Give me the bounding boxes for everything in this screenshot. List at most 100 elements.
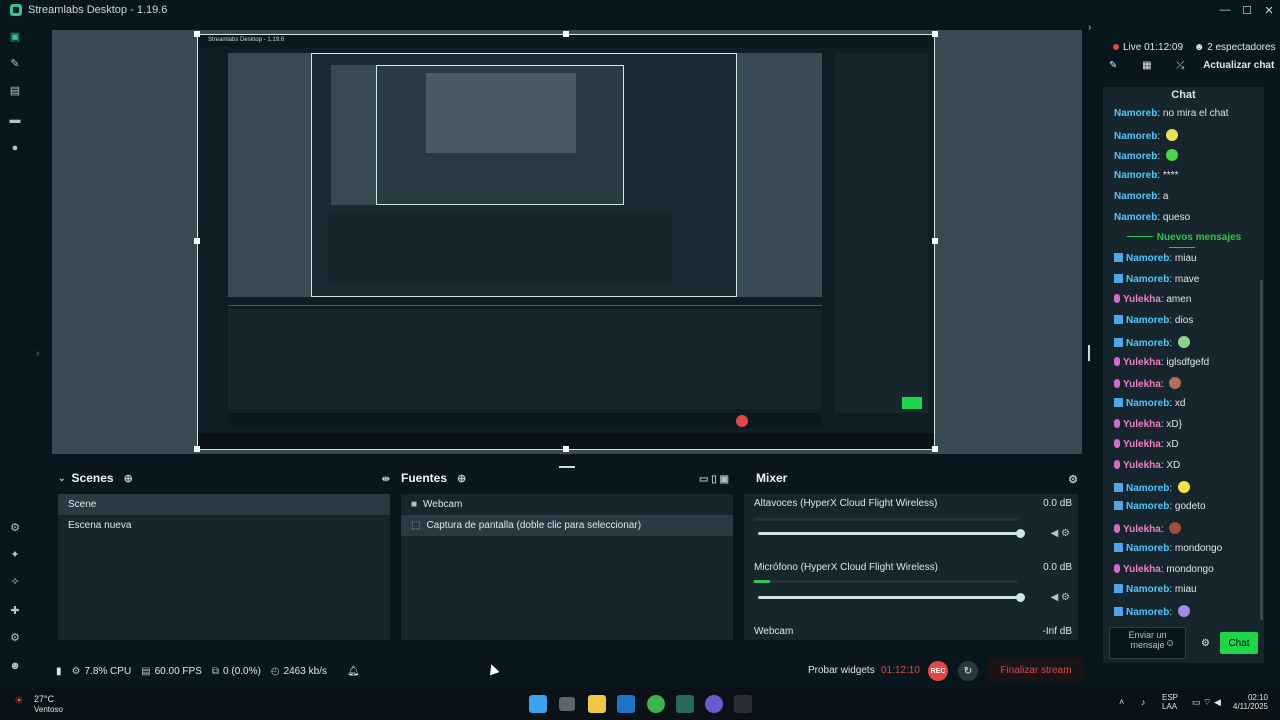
- scenes-panel: ⌄ Scenes ⊕ ⇹ Scene Escena nueva: [58, 470, 390, 640]
- source-item-screen-capture[interactable]: ⬚ Captura de pantalla (doble clic para se…: [401, 515, 733, 536]
- performance-icon[interactable]: ▮: [56, 666, 62, 677]
- chat-text: : xd: [1169, 397, 1186, 409]
- resize-handle-bottom[interactable]: [563, 446, 569, 452]
- mic-badge-icon: [1114, 294, 1120, 304]
- chat-message: Yulekha:: [1114, 377, 1182, 391]
- weather-temp[interactable]: 27°C: [34, 694, 54, 704]
- layout-icon[interactable]: ✦: [9, 549, 21, 561]
- dropped-frames: 0 (0.0%): [223, 665, 261, 677]
- chat-message: Namoreb: no mira el chat: [1114, 108, 1229, 120]
- streamlabs-taskbar-icon[interactable]: [676, 695, 694, 713]
- mute-settings-icons[interactable]: ◀ ⚙: [1051, 592, 1070, 603]
- scene-item[interactable]: Scene: [58, 494, 390, 515]
- studio-mode-icon[interactable]: ▬: [9, 114, 21, 126]
- resize-handle-top[interactable]: [563, 31, 569, 37]
- mixer-settings-icon[interactable]: ⚙: [1068, 473, 1078, 486]
- mixer-channel-db: 0.0 dB: [1043, 562, 1072, 573]
- editor-panels: ⌄ Scenes ⊕ ⇹ Scene Escena nueva Fuentes …: [52, 470, 1082, 648]
- chat-text: : a: [1157, 190, 1169, 202]
- highlighter-icon[interactable]: ✧: [9, 576, 21, 588]
- notifications-icon[interactable]: 🔔︎: [347, 666, 360, 677]
- resize-handle-left[interactable]: [194, 238, 200, 244]
- fps-icon: ▤: [141, 665, 151, 677]
- emote-icon: [1169, 377, 1182, 390]
- screen-capture-icon: ⬚: [411, 520, 421, 531]
- screen-capture-source[interactable]: Streamlabs Desktop - 1.19.6: [197, 34, 935, 450]
- rec-button[interactable]: REC: [928, 661, 948, 681]
- maximize-button[interactable]: ☐: [1236, 0, 1258, 20]
- refresh-chat-button[interactable]: Actualizar chat: [1203, 60, 1274, 71]
- replay-buffer-icon[interactable]: ↻: [958, 661, 978, 681]
- collapse-chat-icon[interactable]: ›: [1088, 22, 1091, 33]
- volume-slider[interactable]: [758, 532, 1020, 535]
- dashboard-icon[interactable]: ✚: [9, 605, 21, 617]
- chat-message: Yulekha: XD: [1114, 460, 1180, 472]
- chat-title: Chat: [1171, 89, 1196, 101]
- recording-history-icon[interactable]: ●: [9, 142, 21, 154]
- settings-icon[interactable]: ⚙: [9, 632, 21, 644]
- mic-tray-icon[interactable]: ♪: [1141, 697, 1146, 707]
- volume-knob[interactable]: [1016, 529, 1025, 538]
- epic-games-icon[interactable]: [734, 695, 752, 713]
- weather-icon[interactable]: ☀: [14, 694, 24, 707]
- mixer-channel-label: Altavoces (HyperX Cloud Flight Wireless): [754, 498, 938, 509]
- file-explorer-icon[interactable]: [588, 695, 606, 713]
- chat-username: Yulekha: [1123, 294, 1161, 306]
- task-view-icon[interactable]: [559, 697, 575, 711]
- chat-message: Yulekha: xD: [1114, 439, 1179, 451]
- discord-icon[interactable]: [705, 695, 723, 713]
- resize-handle[interactable]: [1088, 345, 1090, 361]
- language-indicator[interactable]: ESP LAA: [1162, 693, 1178, 711]
- start-button[interactable]: [529, 695, 547, 713]
- chat-text: : mave: [1169, 273, 1200, 285]
- collapse-icon[interactable]: ⌄: [58, 473, 66, 484]
- source-actions-icons[interactable]: ▭ ▯ ▣: [699, 474, 729, 485]
- source-item-webcam[interactable]: ■ Webcam: [401, 494, 733, 515]
- store-icon[interactable]: ▤: [9, 85, 21, 97]
- chat-username: Namoreb: [1126, 606, 1170, 618]
- volume-knob[interactable]: [1016, 593, 1025, 602]
- profile-icon[interactable]: ☻: [9, 660, 21, 672]
- test-widgets-button[interactable]: Probar widgets: [808, 665, 875, 676]
- editor-icon[interactable]: ▣: [9, 31, 21, 43]
- chat-settings-icon[interactable]: ⚙: [1201, 638, 1210, 649]
- clock[interactable]: 02:10 4/11/2025: [1220, 693, 1268, 711]
- mixer-panel: Mixer ⚙ Altavoces (HyperX Cloud Flight W…: [744, 470, 1078, 640]
- scene-transitions-icon[interactable]: ⇹: [382, 474, 390, 485]
- end-stream-button[interactable]: Finalizar stream: [988, 658, 1084, 682]
- apps-icon[interactable]: ⚙: [9, 522, 21, 534]
- resize-handle-tr[interactable]: [932, 31, 938, 37]
- emote-icon: [1177, 604, 1190, 617]
- chat-message: Namoreb:: [1114, 604, 1190, 619]
- edit-icon[interactable]: ✎: [1109, 60, 1117, 71]
- resize-handle-br[interactable]: [932, 446, 938, 452]
- volume-slider[interactable]: [758, 596, 1020, 599]
- chat-username: Namoreb: [1114, 211, 1158, 223]
- chrome-icon[interactable]: [647, 695, 665, 713]
- close-button[interactable]: ✕: [1258, 0, 1280, 20]
- weather-desc[interactable]: Ventoso: [34, 705, 63, 714]
- scene-item[interactable]: Escena nueva: [58, 515, 390, 536]
- chat-scrollbar[interactable]: [1260, 280, 1263, 620]
- chat-username: Namoreb: [1126, 253, 1170, 264]
- bitrate-icon: ◴: [270, 665, 280, 677]
- share-icon[interactable]: ⤯: [1176, 60, 1184, 71]
- add-scene-icon[interactable]: ⊕: [124, 472, 133, 485]
- send-chat-button[interactable]: Chat: [1220, 632, 1258, 654]
- resize-handle-tl[interactable]: [194, 31, 200, 37]
- expand-left-icon[interactable]: ›: [36, 348, 39, 359]
- resize-handle-bl[interactable]: [194, 446, 200, 452]
- emoji-icon[interactable]: ☺: [1165, 638, 1175, 649]
- network-icon[interactable]: ▭ ⌔ ◀: [1192, 697, 1221, 708]
- show-hidden-icons[interactable]: ˄: [1119, 697, 1124, 707]
- chat-username: Namoreb: [1114, 170, 1158, 182]
- themes-icon[interactable]: ✎: [9, 58, 21, 70]
- twitch-badge-icon: [1114, 584, 1123, 594]
- resize-handle-right[interactable]: [932, 238, 938, 244]
- outlook-icon[interactable]: [617, 695, 635, 713]
- mute-settings-icons[interactable]: ◀ ⚙: [1051, 528, 1070, 539]
- chat-message: Yulekha: xD}: [1114, 418, 1182, 431]
- minimize-button[interactable]: —: [1214, 0, 1236, 20]
- dashboard-icon[interactable]: ▦: [1142, 60, 1151, 71]
- add-source-icon[interactable]: ⊕: [457, 472, 466, 485]
